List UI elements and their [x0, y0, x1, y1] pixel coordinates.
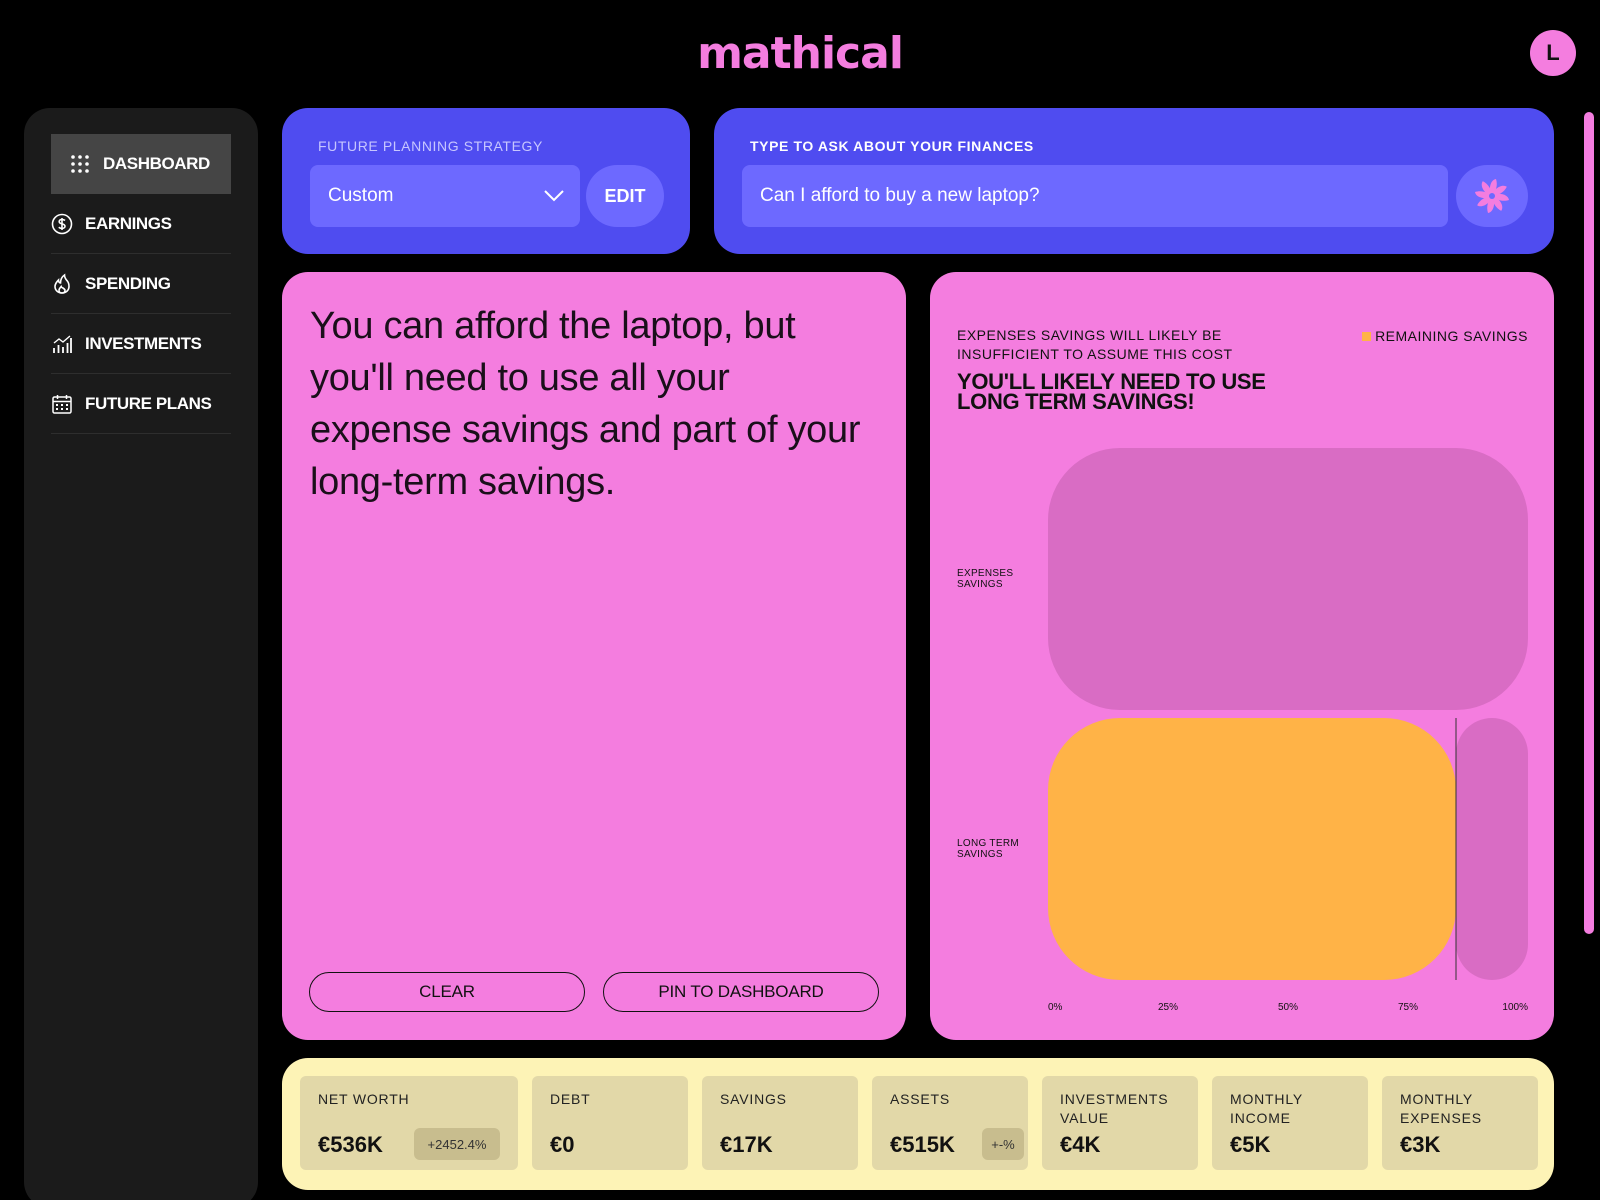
- x-tick-label: 0%: [1048, 1002, 1063, 1013]
- stat-value: €5K: [1230, 1132, 1271, 1157]
- stat-value: €17K: [720, 1132, 773, 1157]
- sidebar-item-dashboard[interactable]: DASHBOARD: [51, 134, 231, 194]
- sidebar-item-spending[interactable]: SPENDING: [51, 254, 231, 314]
- strategy-selected-value: Custom: [328, 185, 394, 206]
- edit-button[interactable]: EDIT: [586, 165, 664, 227]
- x-tick-label: 25%: [1158, 1002, 1178, 1013]
- savings-bar-chart: EXPENSES SAVINGS LONG TERM SAVINGS 0% 25% 50% 7…: [957, 448, 1528, 1013]
- sidebar-item-label: DASHBOARD: [103, 154, 210, 173]
- answer-text: You can afford the laptop, but you'll ne…: [310, 305, 861, 503]
- chart-icon: [53, 334, 72, 353]
- stat-net-worth[interactable]: NET WORTH €536K +2452.4%: [300, 1076, 518, 1170]
- app-logo[interactable]: mathical: [0, 28, 1600, 79]
- x-tick-label: 75%: [1398, 1002, 1418, 1013]
- page-scrollbar-thumb[interactable]: [1584, 112, 1594, 934]
- x-tick-label: 100%: [1502, 1002, 1528, 1013]
- stat-label: NET WORTH: [318, 1091, 410, 1107]
- stat-investments-value[interactable]: INVESTMENTS VALUE €4K: [1042, 1076, 1198, 1170]
- stat-value: €515K: [890, 1132, 955, 1157]
- sidebar-item-label: FUTURE PLANS: [85, 393, 212, 413]
- sidebar: DASHBOARD EARNINGS SPENDING INVESTMENTS: [24, 108, 258, 1200]
- stats-bar: NET WORTH €536K +2452.4% DEBT €0 SAVINGS…: [282, 1058, 1554, 1190]
- stat-label: DEBT: [550, 1091, 591, 1107]
- stat-debt[interactable]: DEBT €0: [532, 1076, 688, 1170]
- sidebar-item-label: SPENDING: [85, 273, 171, 293]
- bar-track: [1048, 448, 1528, 710]
- stat-label: ASSETS: [890, 1091, 951, 1107]
- sidebar-item-label: EARNINGS: [85, 213, 172, 233]
- chart-card: EXPENSES SAVINGS WILL LIKELY BE INSUFFIC…: [930, 272, 1554, 1040]
- ask-card: TYPE TO ASK ABOUT YOUR FINANCES: [714, 108, 1554, 254]
- bar-track: [1456, 718, 1528, 980]
- sparkle-icon: [1475, 179, 1509, 213]
- strategy-select[interactable]: Custom: [310, 165, 580, 227]
- ask-label: TYPE TO ASK ABOUT YOUR FINANCES: [750, 138, 1034, 154]
- stat-assets[interactable]: ASSETS €515K +-%: [872, 1076, 1028, 1170]
- strategy-card: FUTURE PLANNING STRATEGY Custom EDIT: [282, 108, 690, 254]
- category-label: LONG TERM SAVINGS: [957, 838, 1019, 860]
- strategy-label: FUTURE PLANNING STRATEGY: [318, 138, 543, 154]
- user-avatar[interactable]: L: [1530, 30, 1576, 76]
- answer-card: You can afford the laptop, but you'll ne…: [282, 272, 906, 1040]
- stat-savings[interactable]: SAVINGS €17K: [702, 1076, 858, 1170]
- bar-remaining-savings: [1048, 718, 1456, 980]
- clear-button[interactable]: CLEAR: [309, 972, 585, 1012]
- stat-value: €3K: [1400, 1132, 1441, 1157]
- category-label: EXPENSES SAVINGS: [957, 568, 1013, 590]
- sidebar-item-investments[interactable]: INVESTMENTS: [51, 314, 231, 374]
- x-tick-label: 50%: [1278, 1002, 1298, 1013]
- chevron-down-icon: [544, 190, 564, 202]
- stat-label: INVESTMENTS VALUE: [1060, 1091, 1169, 1126]
- sidebar-item-earnings[interactable]: EARNINGS: [51, 194, 231, 254]
- stat-label: MONTHLY EXPENSES: [1400, 1091, 1482, 1126]
- stat-value: €536K: [318, 1132, 383, 1157]
- ask-input[interactable]: [742, 165, 1448, 227]
- stat-label: MONTHLY INCOME: [1230, 1091, 1303, 1126]
- stat-value: €0: [550, 1132, 575, 1157]
- sidebar-item-future-plans[interactable]: FUTURE PLANS: [51, 374, 231, 434]
- ask-submit-button[interactable]: [1456, 165, 1528, 227]
- calendar-icon: [52, 394, 72, 414]
- stat-change-badge: +-%: [982, 1128, 1024, 1160]
- stat-value: €4K: [1060, 1132, 1101, 1157]
- grid-icon: [71, 155, 89, 173]
- dollar-icon: [51, 213, 73, 234]
- pin-to-dashboard-button[interactable]: PIN TO DASHBOARD: [603, 972, 879, 1012]
- flame-icon: [54, 273, 70, 294]
- stat-label: SAVINGS: [720, 1091, 787, 1107]
- sidebar-item-label: INVESTMENTS: [85, 333, 202, 353]
- stat-monthly-expenses[interactable]: MONTHLY EXPENSES €3K: [1382, 1076, 1538, 1170]
- stat-monthly-income[interactable]: MONTHLY INCOME €5K: [1212, 1076, 1368, 1170]
- stat-change-badge: +2452.4%: [414, 1128, 500, 1160]
